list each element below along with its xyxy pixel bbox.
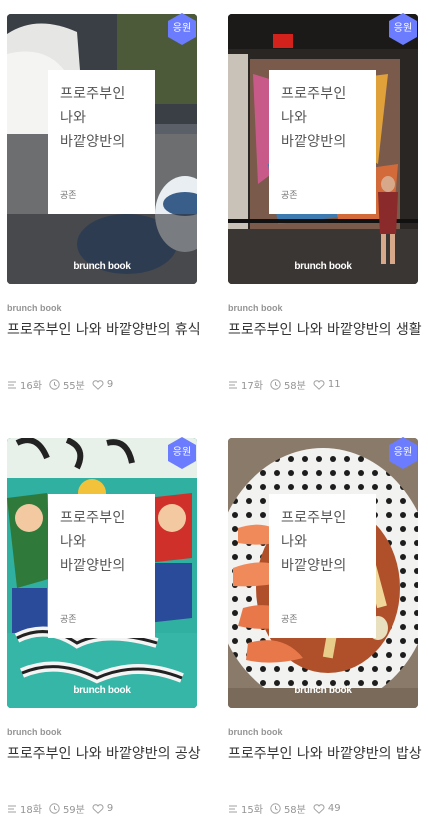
episode-count: 15화 (241, 805, 263, 816)
book-cover[interactable]: 프로주부인 나와 바깥양반의 공존 brunch book (7, 14, 197, 284)
brunch-book-wordmark: brunch book (294, 685, 352, 696)
clock-icon (49, 379, 60, 390)
clock-icon (270, 379, 281, 390)
cover-label: 프로주부인 나와 바깥양반의 공존 (269, 70, 376, 214)
read-time: 55분 (62, 381, 85, 392)
book-title[interactable]: 프로주부인 나와 바깥양반의 공상 (7, 743, 202, 766)
book-title[interactable]: 프로주부인 나와 바깥양반의 휴식 (7, 319, 202, 342)
heart-icon (313, 379, 325, 390)
cheer-badge: 응원 (386, 12, 420, 46)
book-meta: 17화 58분 11 (228, 377, 348, 392)
cover-label: 프로주부인 나와 바깥양반의 공존 (269, 494, 376, 638)
heart-icon (92, 803, 104, 814)
episode-count: 17화 (241, 381, 263, 392)
cover-title: 프로주부인 나와 바깥양반의 (281, 86, 347, 150)
cover-author: 공존 (60, 615, 77, 625)
brand-label: brunch book (228, 727, 283, 737)
book-meta: 15화 58분 49 (228, 801, 348, 816)
read-time: 58분 (283, 805, 306, 816)
brunch-book-grid: 프로주부인 나와 바깥양반의 공존 brunch book 응원 brunch … (0, 0, 428, 826)
brand-label: brunch book (7, 727, 62, 737)
cover-title: 프로주부인 나와 바깥양반의 (60, 510, 126, 574)
book-title[interactable]: 프로주부인 나와 바깥양반의 생활 (228, 319, 423, 342)
heart-icon (92, 379, 104, 390)
like-count: 9 (106, 803, 114, 814)
heart-icon (313, 803, 325, 814)
cheer-badge: 응원 (165, 436, 199, 470)
clock-icon (49, 803, 60, 814)
clock-icon (270, 803, 281, 814)
cover-author: 공존 (281, 191, 298, 201)
episode-count: 18화 (20, 805, 42, 816)
cover-label: 프로주부인 나와 바깥양반의 공존 (48, 494, 155, 638)
cover-title: 프로주부인 나와 바깥양반의 (60, 86, 126, 150)
cheer-badge: 응원 (165, 12, 199, 46)
list-icon (8, 381, 16, 388)
book-meta: 16화 55분 9 (7, 377, 120, 392)
brunch-book-wordmark: brunch book (73, 685, 131, 696)
brand-label: brunch book (7, 303, 62, 313)
cheer-badge-label: 응원 (172, 23, 192, 34)
episode-count: 16화 (20, 381, 42, 392)
list-icon (229, 805, 237, 812)
read-time: 59분 (62, 805, 85, 816)
like-count: 9 (106, 379, 114, 390)
brunch-book-wordmark: brunch book (73, 261, 131, 272)
book-meta: 18화 59분 9 (7, 801, 120, 816)
book-cover[interactable]: 프로주부인 나와 바깥양반의 공존 brunch book (7, 438, 197, 708)
like-count: 49 (327, 803, 341, 814)
brunch-book-wordmark: brunch book (294, 261, 352, 272)
cover-title: 프로주부인 나와 바깥양반의 (281, 510, 347, 574)
cover-author: 공존 (60, 191, 77, 201)
brand-label: brunch book (228, 303, 283, 313)
cheer-badge-label: 응원 (172, 447, 192, 458)
cover-label: 프로주부인 나와 바깥양반의 공존 (48, 70, 155, 214)
read-time: 58분 (283, 381, 306, 392)
list-icon (229, 381, 237, 388)
cheer-badge: 응원 (386, 436, 420, 470)
book-cover[interactable]: 프로주부인 나와 바깥양반의 공존 brunch book (228, 14, 418, 284)
cheer-badge-label: 응원 (393, 23, 413, 34)
cover-author: 공존 (281, 615, 298, 625)
book-title[interactable]: 프로주부인 나와 바깥양반의 밥상 (228, 743, 423, 766)
like-count: 11 (327, 379, 341, 390)
book-cover[interactable]: 프로주부인 나와 바깥양반의 공존 brunch book (228, 438, 418, 708)
list-icon (8, 805, 16, 812)
cheer-badge-label: 응원 (393, 447, 413, 458)
